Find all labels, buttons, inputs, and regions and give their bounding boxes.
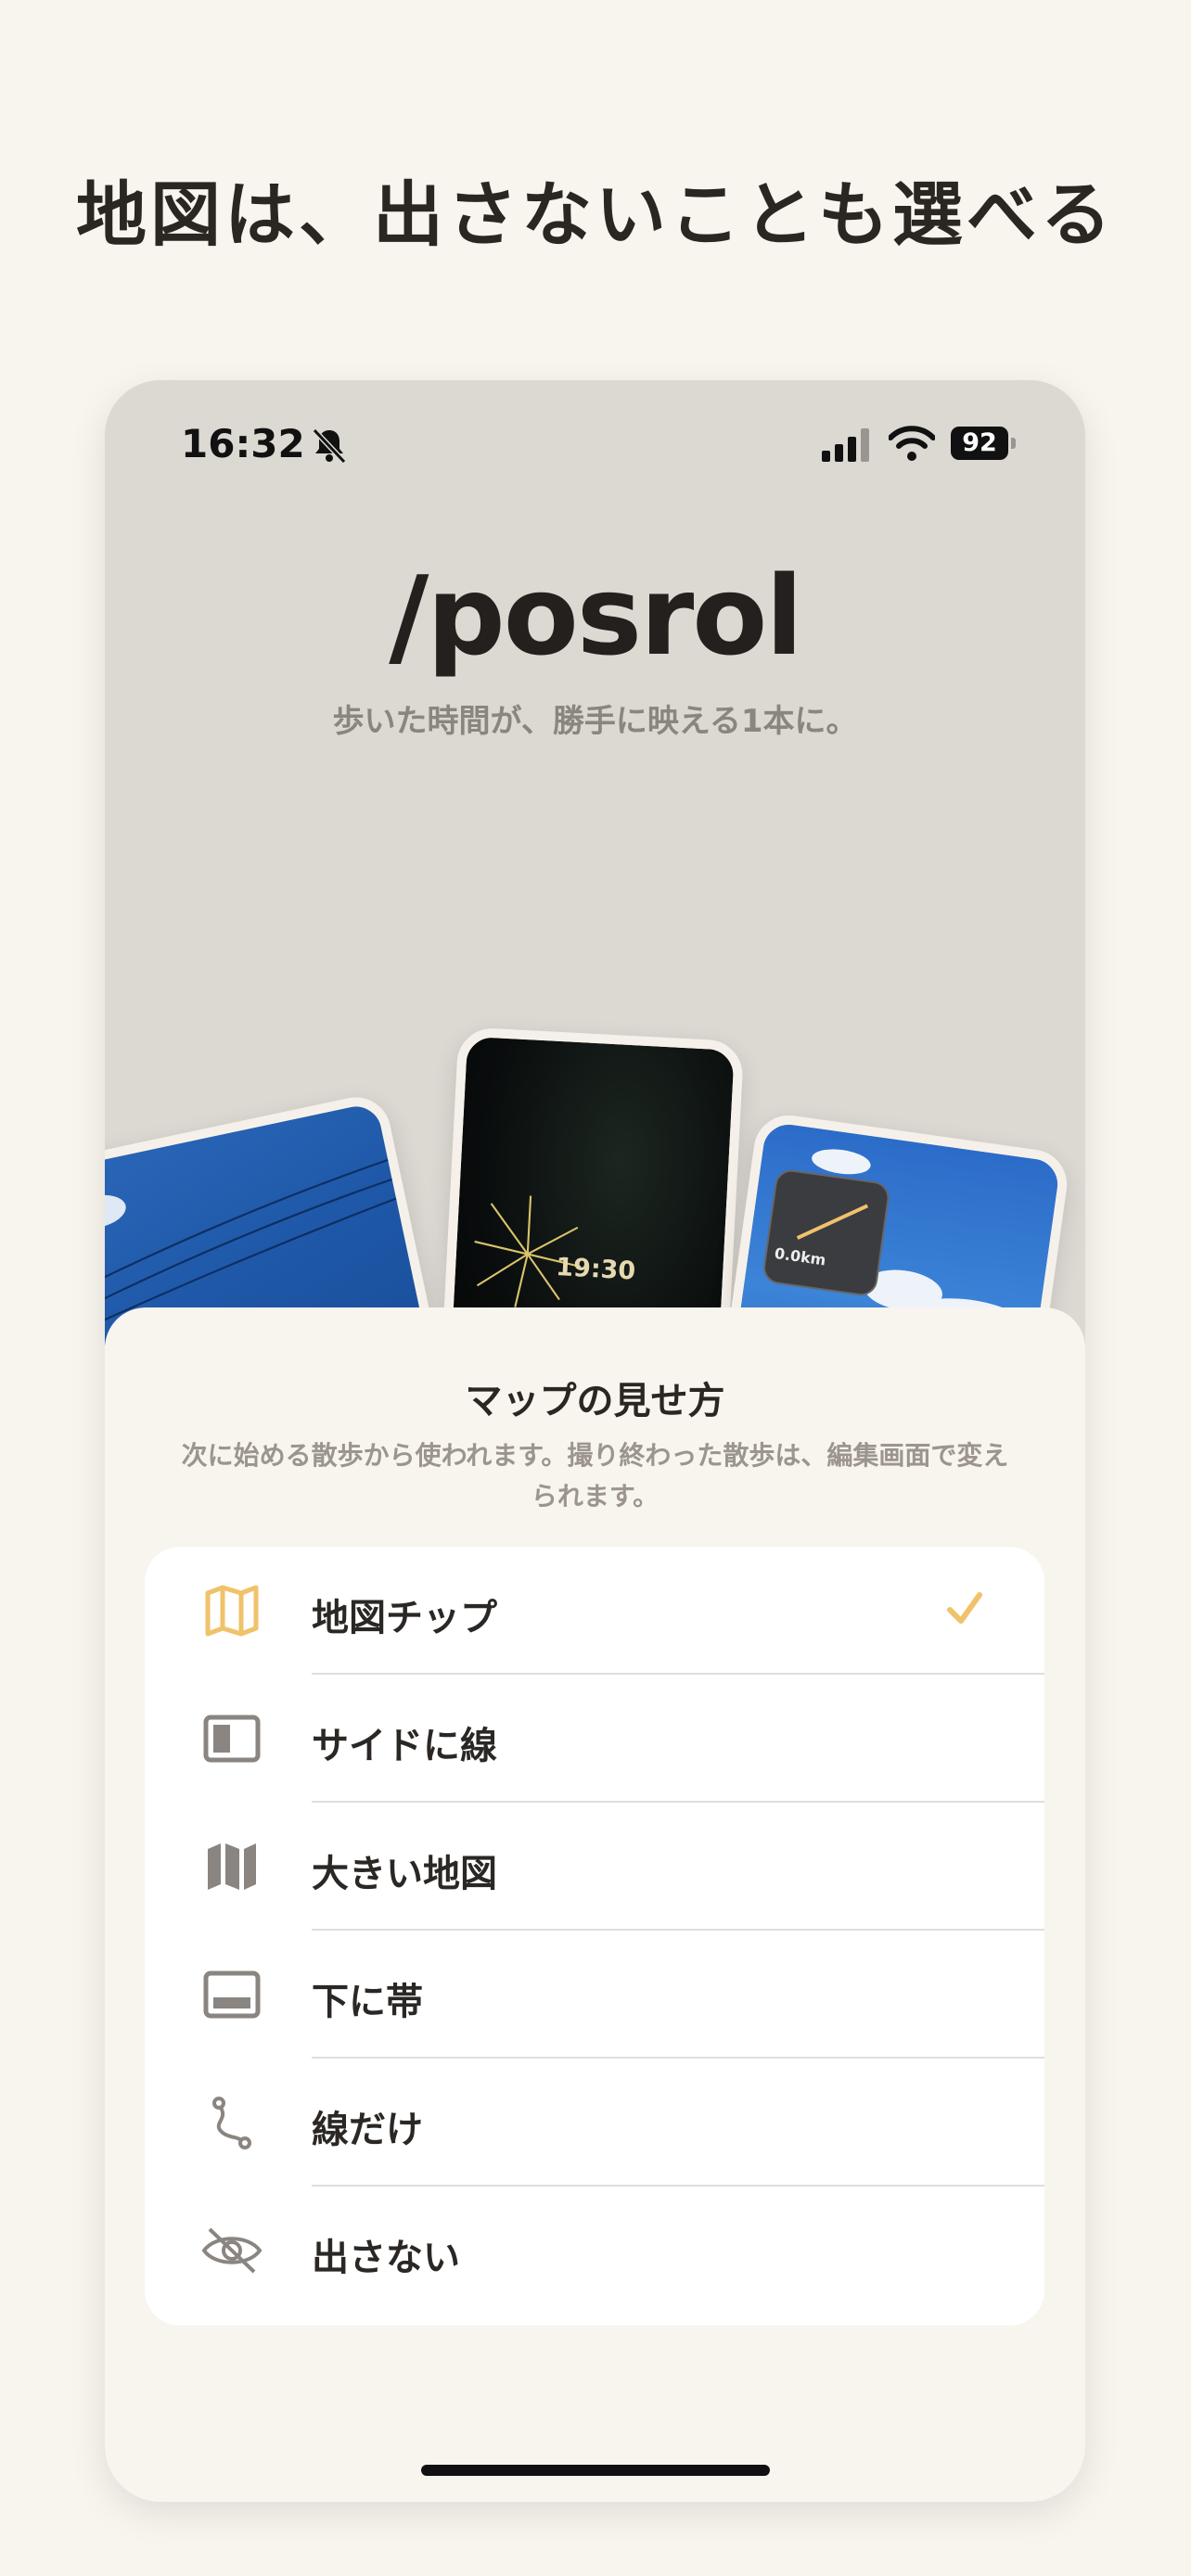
option-hidden[interactable]: 出さない	[145, 2187, 1044, 2315]
status-time: 16:32	[181, 421, 305, 466]
option-label: 地図チップ	[312, 1597, 497, 1639]
map-filled-icon	[208, 1843, 256, 1890]
app-tagline: 歩いた時間が、勝手に映える1本に。	[332, 703, 858, 740]
map-style-sheet: マップの見せ方 次に始める散歩から使われます。撮り終わった散歩は、編集画面で変え…	[105, 1307, 1085, 2502]
mini-map-chip: 0.0km	[761, 1167, 891, 1298]
option-map-chip[interactable]: 地図チップ	[145, 1547, 1044, 1675]
silent-bell-icon	[312, 427, 347, 465]
option-bottom-band[interactable]: 下に帯	[145, 1931, 1044, 2059]
wifi-icon	[889, 426, 935, 461]
option-label: 大きい地図	[312, 1853, 497, 1895]
card-timestamp: 19:30	[555, 1253, 636, 1286]
option-label: サイドに線	[312, 1725, 497, 1767]
option-label: 下に帯	[312, 1981, 423, 2023]
option-large-map[interactable]: 大きい地図	[145, 1803, 1044, 1931]
promo-headline: 地図は、出さないことも選べる	[76, 173, 1115, 256]
map-outline-icon	[205, 1585, 259, 1637]
phone-screen: 16:32 92 /posrol 歩いた時間が、勝手に映える1本に。 19:30…	[105, 380, 1085, 2502]
cellular-signal-icon	[822, 428, 869, 462]
option-label: 線だけ	[312, 2109, 423, 2151]
sheet-title: マップの見せ方	[465, 1380, 725, 1422]
app-logo: /posrol	[389, 552, 803, 680]
sheet-description: 次に始める散歩から使われます。撮り終わった散歩は、編集画面で変えられます。	[181, 1440, 1009, 1511]
bottom-panel-icon	[203, 1970, 261, 2019]
sidebar-panel-icon	[203, 1715, 261, 1763]
checkmark-icon	[947, 1592, 982, 1624]
battery-cap	[1011, 438, 1016, 449]
home-indicator[interactable]	[421, 2465, 770, 2476]
option-label: 出さない	[312, 2237, 460, 2279]
option-side-line[interactable]: サイドに線	[145, 1675, 1044, 1803]
option-line-only[interactable]: 線だけ	[145, 2059, 1044, 2187]
map-style-options: 地図チップ サイドに線 大きい地図 下に帯 線だけ 出さない	[145, 1547, 1044, 2326]
route-icon	[212, 2097, 251, 2149]
status-bar: 16:32 92	[105, 380, 1085, 510]
battery-level: 92	[951, 427, 1008, 460]
eye-slash-icon	[201, 2227, 263, 2274]
battery-indicator: 92	[951, 427, 1016, 460]
